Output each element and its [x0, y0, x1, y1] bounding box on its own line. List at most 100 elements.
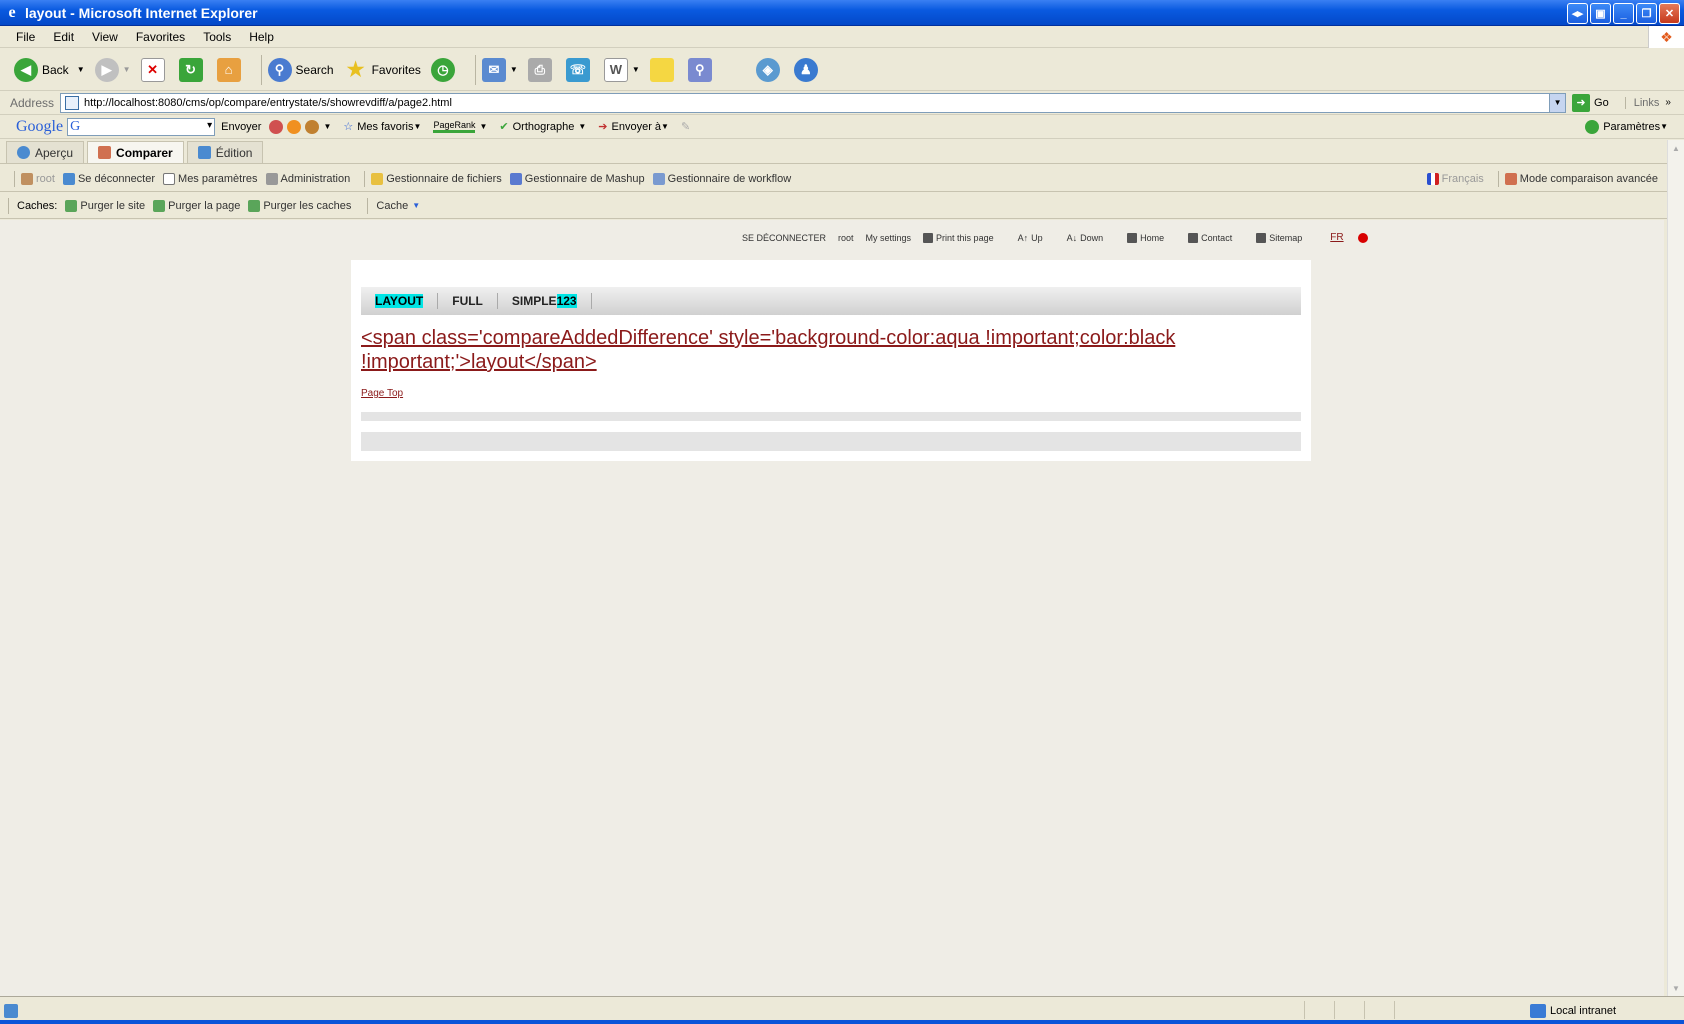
users-button[interactable]: ♟: [793, 57, 822, 82]
home-button[interactable]: ⌂: [216, 57, 245, 82]
print-link[interactable]: Print this page: [923, 232, 1006, 243]
scroll-down-icon[interactable]: ▼: [1668, 980, 1684, 996]
cache-dropdown[interactable]: Cache ▼: [376, 200, 420, 212]
refresh-button[interactable]: ↻: [178, 57, 207, 82]
history-button[interactable]: ◷: [430, 57, 459, 82]
favorites-button[interactable]: ★ Favorites: [344, 58, 421, 82]
word-button[interactable]: W ▼: [603, 57, 640, 82]
menu-file[interactable]: File: [16, 30, 35, 44]
links-button[interactable]: Links: [1624, 96, 1659, 109]
logout-icon: [62, 172, 75, 185]
scroll-up-icon[interactable]: ▲: [1668, 140, 1684, 156]
research-button[interactable]: ⚲: [687, 57, 716, 82]
mashup-manager-button[interactable]: Gestionnaire de Mashup: [509, 172, 645, 185]
highlighter-button[interactable]: ✎: [681, 120, 690, 133]
intranet-icon: [1529, 1003, 1546, 1018]
menu-favorites[interactable]: Favorites: [136, 30, 185, 44]
mail-button[interactable]: ✉ ▼: [481, 57, 518, 82]
top-logout-link[interactable]: SE DÉCONNECTER: [742, 233, 826, 243]
user-label: root: [21, 172, 55, 185]
dropdown-icon: ▼: [479, 122, 488, 131]
maximize-button[interactable]: ❐: [1636, 3, 1657, 24]
toolbar-separator: [260, 54, 262, 85]
google-g-icon: G: [70, 118, 81, 134]
options-icon: [305, 119, 320, 134]
purge-page-button[interactable]: Purger la page: [153, 199, 240, 212]
down-icon: A↓: [1066, 232, 1078, 243]
address-input[interactable]: http://localhost:8080/cms/op/compare/ent…: [60, 92, 1567, 113]
page-top-link[interactable]: Page Top: [361, 388, 403, 399]
language-switch[interactable]: FR: [1326, 232, 1368, 243]
address-label: Address: [10, 95, 55, 110]
chevron-right-icon[interactable]: »: [1665, 97, 1671, 108]
home-link[interactable]: Home: [1127, 232, 1176, 243]
nav-simple[interactable]: SIMPLE 123: [512, 293, 592, 309]
forward-button[interactable]: ▶ ▼: [94, 57, 131, 82]
workflow-icon: [652, 172, 665, 185]
nav-layout[interactable]: LAYOUT: [375, 293, 439, 309]
file-manager-button[interactable]: Gestionnaire de fichiers: [371, 172, 502, 185]
language-button[interactable]: Français: [1426, 172, 1484, 185]
footer-bar-2: [361, 432, 1301, 451]
stop-button[interactable]: ✕: [140, 57, 169, 82]
cache-toolbar: Caches: Purger le site Purger la page Pu…: [0, 193, 1670, 219]
workflow-manager-button[interactable]: Gestionnaire de workflow: [652, 172, 791, 185]
pencil-icon: ✎: [680, 121, 691, 133]
tab-comparer[interactable]: Comparer: [87, 141, 184, 163]
send-to-button[interactable]: ➔ Envoyer à ▼: [598, 120, 669, 134]
down-link[interactable]: A↓ Down: [1067, 233, 1116, 243]
close-button[interactable]: ✕: [1659, 3, 1680, 24]
address-dropdown-icon[interactable]: ▼: [1549, 93, 1566, 112]
search-button[interactable]: ⚲ Search: [267, 57, 334, 82]
page-heading[interactable]: <span class='compareAddedDifference' sty…: [361, 326, 1261, 374]
spellcheck-button[interactable]: ✔ Orthographe ▼: [499, 120, 586, 134]
send-arrow-icon: ➔: [598, 121, 608, 133]
menu-edit[interactable]: Edit: [53, 30, 74, 44]
top-navigation: SE DÉCONNECTER root My settings Print th…: [742, 232, 1380, 243]
note-button[interactable]: [649, 57, 678, 82]
extra-button[interactable]: ◂▸: [1567, 3, 1588, 24]
tab-edition[interactable]: Édition: [186, 141, 264, 163]
network-button[interactable]: ◈: [755, 57, 784, 82]
separator: [14, 170, 15, 187]
go-button[interactable]: ➜ Go: [1572, 93, 1609, 112]
vertical-scrollbar[interactable]: ▲ ▼: [1667, 140, 1684, 996]
status-dot-icon: [1585, 119, 1600, 134]
logout-button[interactable]: Se déconnecter: [62, 172, 155, 185]
extra2-button[interactable]: ▣: [1590, 3, 1611, 24]
dropdown-icon: ▼: [412, 201, 421, 210]
back-dropdown-icon[interactable]: ▼: [77, 65, 85, 74]
messenger-button[interactable]: ☏: [565, 57, 594, 82]
envelope-icon: [1188, 232, 1199, 243]
cms-tabs: Aperçu Comparer Édition: [0, 140, 1684, 164]
purge-caches-button[interactable]: Purger les caches: [248, 199, 351, 212]
back-button[interactable]: ◀ Back ▼: [14, 57, 85, 82]
sitemap-link[interactable]: Sitemap: [1256, 232, 1314, 243]
admin-button[interactable]: Administration: [265, 172, 350, 185]
standard-toolbar: ◀ Back ▼ ▶ ▼ ✕ ↻ ⌂ ⚲ Search ★ Favorites ◷ ✉ ▼ …: [0, 49, 1684, 91]
dropdown-icon: ▼: [661, 122, 669, 131]
top-user-label: root: [838, 232, 854, 243]
advanced-compare-button[interactable]: Mode comparaison avancée: [1504, 172, 1658, 185]
nav-full[interactable]: FULL: [452, 293, 498, 309]
purge-site-button[interactable]: Purger le site: [65, 199, 145, 212]
compare-mode-icon: [1504, 172, 1517, 185]
mes-favoris-button[interactable]: ☆ Mes favoris ▼: [343, 120, 421, 134]
settings-button[interactable]: Mes paramètres: [163, 172, 258, 185]
home-icon: ⌂: [216, 57, 241, 82]
up-link[interactable]: A↑ Up: [1018, 233, 1055, 243]
menu-tools[interactable]: Tools: [203, 30, 231, 44]
menu-help[interactable]: Help: [249, 30, 274, 44]
google-send-button[interactable]: Envoyer ▼: [221, 119, 331, 134]
tab-apercu[interactable]: Aperçu: [6, 141, 85, 163]
google-search-input[interactable]: G: [67, 117, 216, 136]
pagerank-indicator[interactable]: PageRank ▼: [433, 120, 487, 133]
print-button[interactable]: ⎙: [527, 57, 556, 82]
menu-view[interactable]: View: [92, 30, 118, 44]
page-viewport: SE DÉCONNECTER root My settings Print th…: [0, 220, 1664, 996]
params-button[interactable]: Paramètres ▼: [1585, 119, 1668, 134]
top-settings-link[interactable]: My settings: [866, 233, 912, 243]
minimize-button[interactable]: _: [1613, 3, 1634, 24]
blocker-icon: [269, 119, 284, 134]
contact-link[interactable]: Contact: [1188, 232, 1244, 243]
